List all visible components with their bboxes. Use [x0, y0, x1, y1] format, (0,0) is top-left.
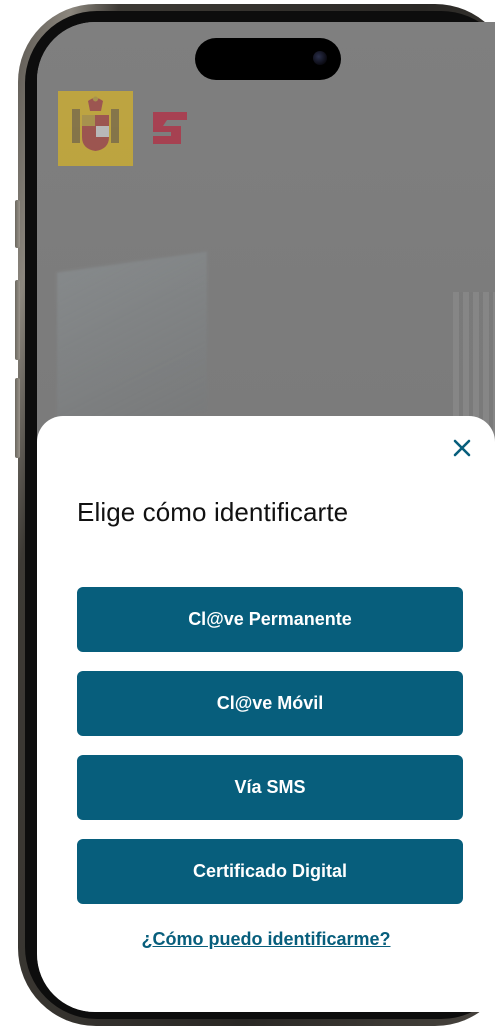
action-button	[15, 200, 20, 248]
seguridad-social-logo-icon	[151, 110, 189, 146]
dynamic-island	[195, 38, 341, 80]
volume-down-button	[15, 378, 20, 458]
clave-permanente-button[interactable]: Cl@ve Permanente	[77, 587, 463, 652]
background-flag-image	[57, 251, 207, 433]
close-icon[interactable]	[450, 436, 474, 460]
via-sms-button[interactable]: Vía SMS	[77, 755, 463, 820]
sheet-title: Elige cómo identificarte	[77, 497, 349, 527]
front-camera	[313, 51, 327, 65]
certificado-digital-button[interactable]: Certificado Digital	[77, 839, 463, 904]
spain-coat-of-arms-icon	[58, 91, 133, 166]
volume-up-button	[15, 280, 20, 360]
clave-movil-button[interactable]: Cl@ve Móvil	[77, 671, 463, 736]
help-link[interactable]: ¿Cómo puedo identificarme?	[37, 929, 495, 950]
